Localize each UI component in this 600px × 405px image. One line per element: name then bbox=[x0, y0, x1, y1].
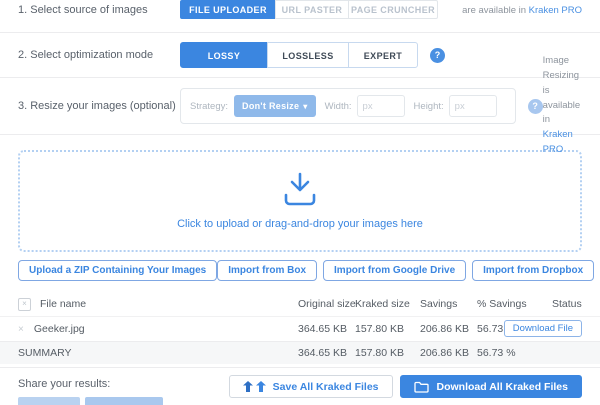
header-file-name: File name bbox=[40, 298, 86, 310]
upload-zip-button[interactable]: Upload a ZIP Containing Your Images bbox=[18, 260, 217, 281]
upload-dropzone[interactable]: Click to upload or drag-and-drop your im… bbox=[18, 150, 582, 252]
strategy-value: Don't Resize bbox=[242, 101, 299, 111]
height-input[interactable] bbox=[449, 95, 497, 117]
kraken-pro-link-3[interactable]: Kraken PRO bbox=[543, 129, 573, 155]
kraked-size-value: 157.80 KB bbox=[355, 323, 420, 335]
header-kraked-size: Kraked size bbox=[355, 298, 420, 310]
results-table: × File name Original size Kraked size Sa… bbox=[0, 292, 600, 364]
clear-all-icon[interactable]: × bbox=[18, 298, 31, 311]
original-size-value: 364.65 KB bbox=[298, 323, 355, 335]
table-header-row: × File name Original size Kraked size Sa… bbox=[0, 292, 600, 316]
width-input[interactable] bbox=[357, 95, 405, 117]
footer-buttons: Save All Kraked Files Download All Krake… bbox=[229, 375, 582, 398]
footer: Share your results: Save All Kraked File… bbox=[0, 367, 600, 405]
save-arrow-icon-2 bbox=[256, 381, 266, 392]
pro-note-1-text: are available in bbox=[462, 5, 529, 16]
height-label: Height: bbox=[414, 101, 444, 112]
save-all-kraked-files-button[interactable]: Save All Kraked Files bbox=[229, 375, 393, 398]
file-name-header-cell: × File name bbox=[18, 298, 298, 311]
header-status: Status bbox=[552, 298, 582, 310]
step3-row: 3. Resize your images (optional) Strateg… bbox=[0, 78, 600, 135]
resize-options-box: Strategy: Don't Resize ▾ Width: Height: bbox=[180, 88, 516, 124]
tab-file-uploader[interactable]: FILE UPLOADER bbox=[180, 0, 276, 19]
resize-help-icon[interactable]: ? bbox=[528, 99, 543, 114]
share-results-label: Share your results: bbox=[18, 378, 163, 390]
header-original-size: Original size bbox=[298, 298, 355, 310]
header-pct-savings: % Savings bbox=[477, 298, 552, 310]
tab-url-paster[interactable]: URL PASTER bbox=[275, 0, 349, 19]
pro-note-3-text: Image Resizing is available in bbox=[543, 55, 581, 125]
savings-value: 206.86 KB bbox=[420, 323, 477, 335]
download-file-button[interactable]: Download File bbox=[504, 320, 582, 337]
import-gdrive-button[interactable]: Import from Google Drive bbox=[323, 260, 466, 281]
step2-row: 2. Select optimization mode LOSSY LOSSLE… bbox=[0, 33, 600, 78]
step3-label: 3. Resize your images (optional) bbox=[18, 100, 180, 112]
tab-expert[interactable]: EXPERT bbox=[348, 42, 418, 68]
summary-savings: 206.86 KB bbox=[420, 347, 477, 359]
step1-row: 1. Select source of images FILE UPLOADER… bbox=[0, 0, 600, 33]
tab-lossy[interactable]: LOSSY bbox=[180, 42, 268, 68]
download-all-label: Download All Kraked Files bbox=[437, 381, 568, 393]
social-share-stub-1[interactable] bbox=[18, 397, 80, 405]
strategy-label: Strategy: bbox=[190, 101, 228, 112]
chevron-down-icon: ▾ bbox=[303, 102, 307, 111]
dropzone-text: Click to upload or drag-and-drop your im… bbox=[177, 218, 423, 230]
summary-label: SUMMARY bbox=[18, 347, 298, 359]
pro-note-1: are available in Kraken PRO bbox=[462, 5, 582, 16]
upload-arrow-icon bbox=[277, 172, 323, 208]
table-row: × Geeker.jpg 364.65 KB 157.80 KB 206.86 … bbox=[0, 316, 600, 341]
folder-icon bbox=[414, 381, 429, 393]
summary-pct-savings: 56.73 % bbox=[477, 347, 552, 359]
file-name: Geeker.jpg bbox=[34, 323, 85, 335]
tab-lossless[interactable]: LOSSLESS bbox=[267, 42, 349, 68]
tab-page-cruncher[interactable]: PAGE CRUNCHER bbox=[348, 0, 438, 19]
step2-label: 2. Select optimization mode bbox=[18, 49, 180, 61]
source-tabgroup: FILE UPLOADER URL PASTER PAGE CRUNCHER bbox=[180, 0, 438, 19]
strategy-dropdown[interactable]: Don't Resize ▾ bbox=[234, 95, 316, 117]
summary-row: SUMMARY 364.65 KB 157.80 KB 206.86 KB 56… bbox=[0, 341, 600, 364]
remove-file-icon[interactable]: × bbox=[18, 324, 24, 335]
mode-tabgroup: LOSSY LOSSLESS EXPERT bbox=[180, 42, 418, 68]
summary-original-size: 364.65 KB bbox=[298, 347, 355, 359]
cloud-save-icons bbox=[243, 381, 266, 392]
kraken-pro-link-1[interactable]: Kraken PRO bbox=[529, 5, 582, 16]
step1-label: 1. Select source of images bbox=[18, 4, 180, 16]
summary-kraked-size: 157.80 KB bbox=[355, 347, 420, 359]
import-actions-row: Upload a ZIP Containing Your Images Impo… bbox=[0, 260, 600, 281]
import-box-button[interactable]: Import from Box bbox=[217, 260, 317, 281]
file-cell: × Geeker.jpg bbox=[18, 323, 298, 335]
social-share-buttons bbox=[18, 397, 163, 405]
save-all-label: Save All Kraked Files bbox=[273, 381, 379, 393]
social-share-stub-2[interactable] bbox=[85, 397, 163, 405]
save-arrow-icon bbox=[243, 381, 253, 392]
download-all-kraked-files-button[interactable]: Download All Kraked Files bbox=[400, 375, 582, 398]
pro-note-3: Image Resizing is available in Kraken PR… bbox=[543, 54, 582, 157]
share-block: Share your results: bbox=[18, 375, 163, 405]
import-dropbox-button[interactable]: Import from Dropbox bbox=[472, 260, 594, 281]
header-savings: Savings bbox=[420, 298, 477, 310]
width-label: Width: bbox=[325, 101, 352, 112]
mode-help-icon[interactable]: ? bbox=[430, 48, 445, 63]
